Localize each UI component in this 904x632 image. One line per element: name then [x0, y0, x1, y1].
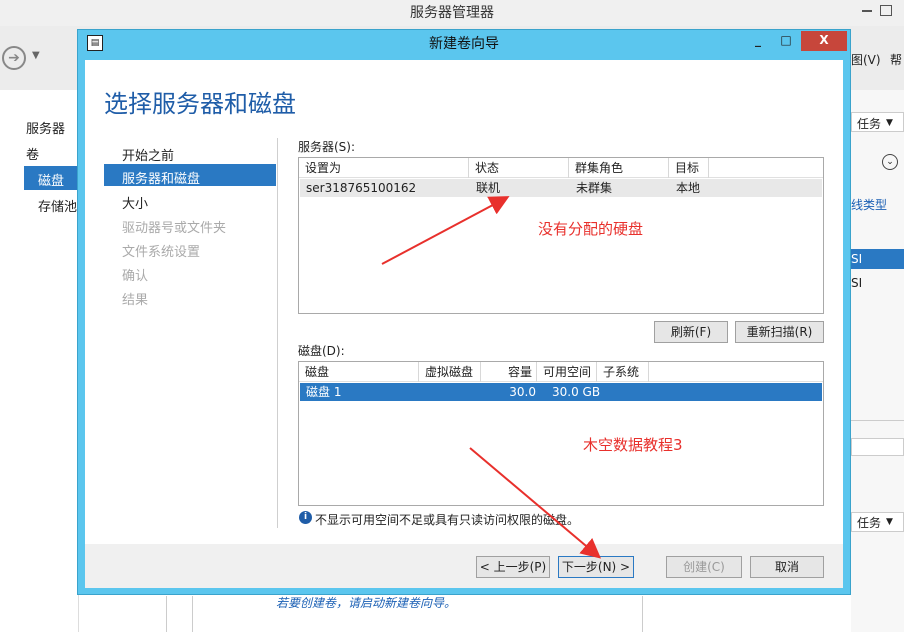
annotation-note-2: 木空数据教程3: [583, 436, 683, 454]
annotation-arrow-2: [469, 447, 602, 559]
annotation-note-1: 没有分配的硬盘: [538, 220, 644, 238]
annotation-arrow-1: [381, 196, 510, 265]
annotation-arrows: [381, 196, 602, 559]
